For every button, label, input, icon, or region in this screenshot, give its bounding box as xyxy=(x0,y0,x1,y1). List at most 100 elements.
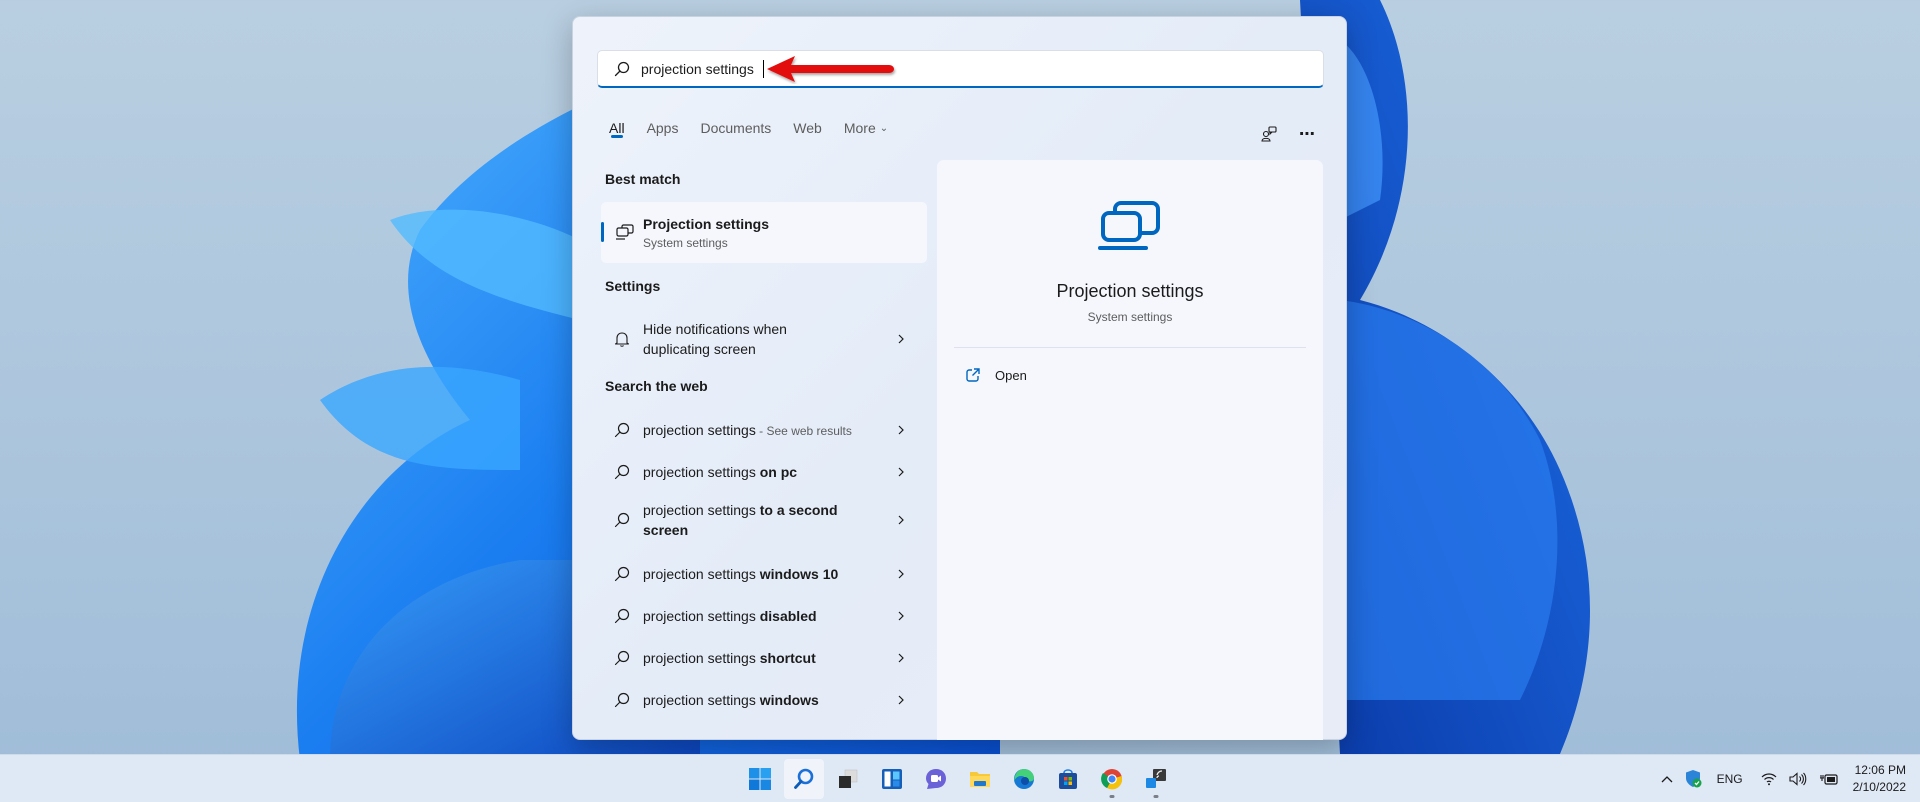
tab-more-label: More xyxy=(843,120,876,136)
selection-indicator xyxy=(601,222,604,242)
tab-apps[interactable]: Apps xyxy=(647,113,679,143)
best-match-item[interactable]: Projection settings System settings xyxy=(601,202,927,263)
settings-item-line1: Hide notifications when xyxy=(643,321,787,337)
folder-icon xyxy=(970,772,990,787)
open-external-icon xyxy=(966,368,980,382)
search-icon xyxy=(614,566,630,582)
chat-icon xyxy=(926,769,946,789)
settings-item[interactable]: Hide notifications when duplicating scre… xyxy=(601,313,927,365)
web-result-text: projection settings - See web results xyxy=(643,420,873,441)
network-button[interactable] xyxy=(1761,772,1777,786)
widgets-icon xyxy=(882,769,902,789)
clock[interactable]: 12:06 PM 2/10/2022 xyxy=(1853,762,1906,796)
tab-web[interactable]: Web xyxy=(793,113,822,143)
settings-heading: Settings xyxy=(605,278,661,294)
chevron-right-icon xyxy=(898,515,904,525)
web-result-query: projection settings xyxy=(643,650,760,666)
web-result-query: projection settings xyxy=(643,464,760,480)
preview-subtitle: System settings xyxy=(1087,310,1173,324)
volume-button[interactable] xyxy=(1789,772,1807,786)
store-icon xyxy=(1059,769,1077,789)
windows-security-button[interactable] xyxy=(1685,769,1703,789)
web-result-suggestion: windows xyxy=(759,692,819,708)
tab-all[interactable]: All xyxy=(609,113,625,143)
search-icon xyxy=(614,464,630,480)
web-result-suggestion: shortcut xyxy=(759,650,816,666)
widgets-button[interactable] xyxy=(872,759,912,799)
annotation-arrow xyxy=(767,56,894,82)
taskbar: ENG 12:06 PM 2/10/2022 xyxy=(0,754,1920,802)
chat-button[interactable] xyxy=(916,759,956,799)
task-view-button[interactable] xyxy=(828,759,868,799)
best-match-heading: Best match xyxy=(605,171,681,187)
battery-button[interactable] xyxy=(1819,772,1839,786)
chevron-up-icon xyxy=(1661,776,1673,783)
running-indicator xyxy=(1153,795,1159,798)
web-result-item[interactable]: projection settings disabled xyxy=(601,599,927,633)
chrome-button[interactable] xyxy=(1092,759,1132,799)
security-shield-icon xyxy=(1685,770,1702,788)
tab-web-label: Web xyxy=(793,120,822,136)
web-result-item[interactable]: projection settings shortcut xyxy=(601,641,927,675)
chevron-right-icon xyxy=(898,653,904,663)
search-taskbar-button[interactable] xyxy=(784,759,824,799)
projection-icon xyxy=(616,224,634,240)
tab-documents[interactable]: Documents xyxy=(700,113,771,143)
open-action[interactable]: Open xyxy=(965,367,1027,383)
web-result-query: projection settings xyxy=(643,566,760,582)
tab-documents-label: Documents xyxy=(700,120,772,136)
tab-all-label: All xyxy=(609,120,625,136)
battery-charging-icon xyxy=(1819,774,1838,785)
search-icon xyxy=(794,768,814,789)
web-result-suggestion: disabled xyxy=(759,608,817,624)
web-result-item[interactable]: projection settings on pc xyxy=(601,455,927,489)
web-result-item[interactable]: projection settings - See web results xyxy=(601,413,927,447)
language-indicator[interactable]: ENG xyxy=(1717,772,1743,786)
chevron-right-icon xyxy=(898,569,904,579)
search-flyout: All Apps Documents Web More⌄ ⋯ Best matc… xyxy=(572,16,1347,740)
web-result-query: projection settings xyxy=(643,692,760,708)
web-result-query: projection settings xyxy=(643,422,756,438)
preview-title: Projection settings xyxy=(1056,281,1204,301)
tab-more[interactable]: More ⌄ xyxy=(844,113,888,143)
search-input[interactable] xyxy=(641,60,763,77)
search-icon xyxy=(614,650,630,666)
running-indicator xyxy=(1109,795,1115,798)
web-result-text: projection settings windows 10 xyxy=(643,564,873,585)
show-hidden-icons-button[interactable] xyxy=(1661,775,1673,783)
preview-divider xyxy=(954,347,1306,348)
more-options-icon[interactable]: ⋯ xyxy=(1298,125,1316,143)
file-explorer-button[interactable] xyxy=(960,759,1000,799)
web-result-item[interactable]: projection settings windows 10 xyxy=(601,557,927,591)
edge-button[interactable] xyxy=(1004,759,1044,799)
settings-item-text: Hide notifications when duplicating scre… xyxy=(643,319,873,359)
clock-time: 12:06 PM xyxy=(1854,763,1906,777)
store-button[interactable] xyxy=(1048,759,1088,799)
taskbar-apps xyxy=(740,755,1180,802)
chevron-down-icon: ⌄ xyxy=(879,122,889,134)
web-result-text: projection settings shortcut xyxy=(643,648,873,669)
chevron-right-icon xyxy=(898,425,904,435)
search-icon xyxy=(614,692,630,708)
chrome-icon xyxy=(1101,769,1123,790)
start-button[interactable] xyxy=(740,759,780,799)
search-icon xyxy=(614,608,630,624)
share-feedback-icon[interactable] xyxy=(1260,125,1278,143)
web-result-suggestion: on pc xyxy=(759,464,798,480)
best-match-subtitle: System settings xyxy=(643,236,728,250)
search-tabs: All Apps Documents Web More ⌄ xyxy=(597,113,910,143)
best-match-title: Projection settings xyxy=(643,216,770,232)
preview-pane: Projection settings System settings Open xyxy=(937,160,1323,740)
web-result-item[interactable]: projection settings to a second screen xyxy=(601,494,927,546)
chevron-right-icon xyxy=(898,467,904,477)
open-action-label: Open xyxy=(995,367,1027,383)
web-result-query: projection settings xyxy=(643,608,760,624)
search-icon xyxy=(614,512,630,528)
search-box[interactable] xyxy=(597,50,1324,88)
project-app-button[interactable] xyxy=(1136,759,1176,799)
chevron-right-icon xyxy=(898,695,904,705)
task-view-icon xyxy=(839,769,858,788)
web-result-text: projection settings windows xyxy=(643,690,873,711)
web-result-text: projection settings to a second screen xyxy=(643,500,873,541)
web-result-item[interactable]: projection settings windows xyxy=(601,683,927,717)
